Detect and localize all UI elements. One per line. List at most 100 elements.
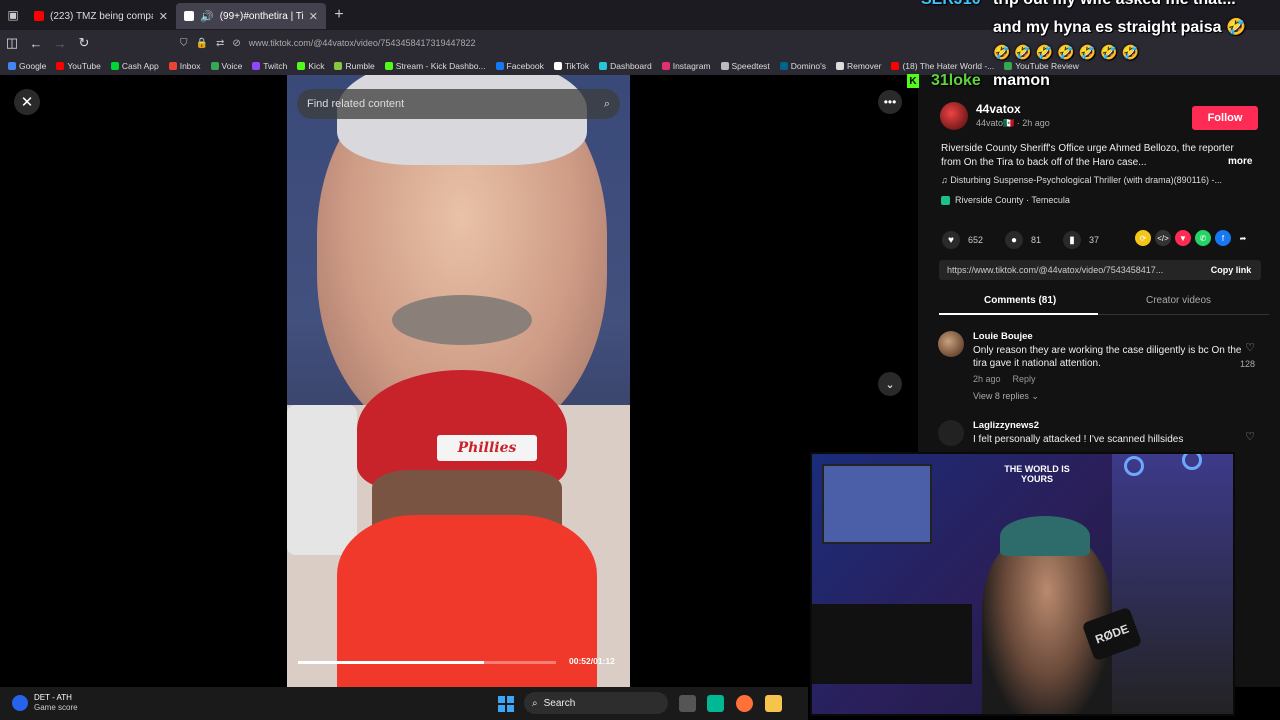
commenter-avatar[interactable] bbox=[938, 420, 964, 446]
file-explorer-icon[interactable] bbox=[765, 695, 782, 712]
embed-icon[interactable]: </> bbox=[1155, 230, 1171, 246]
search-icon[interactable]: ⌕ bbox=[604, 98, 610, 111]
close-video-button[interactable]: ✕ bbox=[14, 89, 40, 115]
video-progress-bar[interactable] bbox=[298, 661, 556, 664]
windows-start-icon[interactable] bbox=[498, 696, 514, 712]
shield-icon[interactable]: ⛉ bbox=[180, 38, 188, 49]
bookmark-item[interactable]: Cash App bbox=[110, 60, 159, 71]
reload-button[interactable]: ↻ bbox=[72, 35, 96, 51]
url-text[interactable]: www.tiktok.com/@44vatox/video/7543458417… bbox=[249, 38, 476, 48]
bookmark-item[interactable]: Kick bbox=[297, 61, 324, 71]
author-name[interactable]: 44vatox bbox=[976, 102, 1021, 116]
youtube-favicon-icon bbox=[34, 11, 44, 21]
comment-meta: 2h ago Reply bbox=[973, 374, 1036, 384]
taskbar-search[interactable]: ⌕ Search bbox=[524, 692, 668, 714]
follow-button[interactable]: Follow bbox=[1192, 106, 1258, 130]
bookmark-favicon-icon bbox=[779, 61, 788, 70]
commenter-name[interactable]: Louie Boujee bbox=[973, 331, 1033, 342]
bookmark-favicon-icon bbox=[835, 61, 844, 70]
search-icon: ⌕ bbox=[532, 697, 538, 709]
bookmark-item[interactable]: Facebook bbox=[495, 61, 544, 71]
address-bar[interactable]: ⛉ 🔒 ⇄ ⊘ www.tiktok.com/@44vatox/video/75… bbox=[180, 33, 930, 53]
tab-comments[interactable]: Comments (81) bbox=[984, 295, 1056, 306]
comment-icon[interactable]: ● bbox=[1005, 231, 1024, 249]
commenter-name[interactable]: Laglizzynews2 bbox=[973, 420, 1039, 431]
view-replies-button[interactable]: View 8 replies ⌄ bbox=[973, 391, 1039, 402]
tab-close-icon[interactable]: ✕ bbox=[159, 10, 168, 23]
whatsapp-icon[interactable]: ✆ bbox=[1195, 230, 1211, 246]
bookmark-favicon-icon bbox=[297, 61, 306, 70]
bookmark-item[interactable]: Speedtest bbox=[720, 61, 770, 71]
location-link[interactable]: Riverside County · Temecula bbox=[941, 195, 1070, 205]
next-video-button[interactable]: ⌄ bbox=[878, 372, 902, 396]
bookmark-item[interactable]: YouTube bbox=[56, 61, 101, 71]
send-icon[interactable]: ▼ bbox=[1175, 230, 1191, 246]
tab-list-icon[interactable]: ▣ bbox=[0, 0, 26, 30]
tab-creator-videos[interactable]: Creator videos bbox=[1146, 295, 1211, 306]
bookmark-favicon-icon bbox=[168, 61, 177, 70]
bookmark-label: Instagram bbox=[672, 60, 711, 71]
comment-like-icon[interactable]: ♡ bbox=[1242, 430, 1258, 443]
widget-subtitle: Game score bbox=[34, 703, 78, 712]
bookmark-favicon-icon bbox=[599, 61, 608, 70]
reply-button[interactable]: Reply bbox=[1013, 374, 1036, 384]
video-link[interactable]: https://www.tiktok.com/@44vatox/video/75… bbox=[947, 265, 1201, 275]
repost-icon[interactable]: ⟳ bbox=[1135, 230, 1151, 246]
bookmark-icon[interactable]: ▮ bbox=[1063, 231, 1082, 249]
widgets-button[interactable]: DET - ATH Game score bbox=[12, 693, 78, 713]
tab-close-icon[interactable]: ✕ bbox=[309, 10, 318, 23]
chat-message: trip out my wife asked me that... bbox=[993, 0, 1236, 9]
tab-youtube[interactable]: (223) TMZ being compared to t ✕ bbox=[26, 3, 176, 29]
bookmark-item[interactable]: Dashboard bbox=[599, 61, 652, 71]
more-options-button[interactable]: ••• bbox=[878, 90, 902, 114]
bookmark-item[interactable]: Voice bbox=[210, 61, 242, 71]
back-button[interactable]: ← bbox=[24, 36, 48, 51]
bookmark-item[interactable]: Google bbox=[8, 61, 46, 71]
sidebar-toggle-icon[interactable]: ◫ bbox=[0, 35, 24, 51]
video-player[interactable]: Phillies bbox=[287, 75, 630, 687]
author-avatar[interactable] bbox=[940, 102, 968, 130]
bookmark-favicon-icon bbox=[720, 61, 729, 70]
video-progress-fill bbox=[298, 661, 484, 664]
bookmark-item[interactable]: Instagram bbox=[661, 60, 711, 71]
comment-text: I felt personally attacked ! I've scanne… bbox=[973, 434, 1184, 445]
new-tab-button[interactable]: + bbox=[326, 6, 352, 24]
bookmark-label: Google bbox=[19, 60, 47, 71]
firefox-app-icon[interactable] bbox=[736, 695, 753, 712]
related-search-input[interactable]: Find related content ⌕ bbox=[297, 89, 620, 119]
share-arrow-icon[interactable]: ➦ bbox=[1235, 230, 1251, 246]
mute-icon[interactable]: ⊘ bbox=[232, 38, 240, 49]
comment-like-icon[interactable]: ♡ bbox=[1242, 341, 1258, 354]
lock-icon[interactable]: 🔒 bbox=[196, 38, 208, 49]
forward-button[interactable]: → bbox=[48, 36, 72, 51]
permissions-icon[interactable]: ⇄ bbox=[216, 38, 224, 49]
heart-icon[interactable]: ♥ bbox=[942, 231, 960, 249]
discord-app-icon[interactable] bbox=[707, 695, 724, 712]
comment-text: Only reason they are working the case di… bbox=[973, 345, 1242, 369]
related-search-placeholder: Find related content bbox=[307, 98, 405, 110]
speaker-icon[interactable]: 🔊 bbox=[200, 10, 214, 23]
webcam-couch bbox=[812, 604, 972, 684]
bookmark-item[interactable]: TikTok bbox=[553, 60, 590, 71]
bookmark-item[interactable]: Twitch bbox=[252, 61, 287, 71]
comment-time: 2h ago bbox=[973, 374, 1001, 384]
like-count: 652 bbox=[968, 235, 984, 245]
tab-tiktok[interactable]: 🔊 (99+)#onthetira | TikTok ✕ bbox=[176, 3, 326, 29]
bookmark-item[interactable]: Rumble bbox=[334, 61, 375, 71]
description-more-button[interactable]: more bbox=[1228, 156, 1252, 167]
bookmark-favicon-icon bbox=[384, 61, 393, 70]
bookmark-item[interactable]: Remover bbox=[835, 61, 881, 71]
commenter-avatar[interactable] bbox=[938, 331, 964, 357]
bookmark-item[interactable]: Inbox bbox=[168, 61, 201, 71]
music-link[interactable]: ♫ Disturbing Suspense-Psychological Thri… bbox=[941, 175, 1222, 185]
task-view-icon[interactable] bbox=[679, 695, 696, 712]
taskbar-search-label: Search bbox=[543, 697, 576, 709]
copy-link-button[interactable]: Copy link bbox=[1201, 265, 1261, 275]
location-text: Riverside County · Temecula bbox=[955, 195, 1070, 205]
bookmark-item[interactable]: Stream - Kick Dashbo... bbox=[384, 61, 486, 71]
facebook-icon[interactable]: f bbox=[1215, 230, 1231, 246]
bookmark-item[interactable]: Domino's bbox=[779, 61, 826, 71]
bookmark-label: TikTok bbox=[564, 60, 590, 71]
bookmark-label: Cash App bbox=[121, 60, 159, 71]
widget-text: DET - ATH Game score bbox=[34, 693, 78, 713]
